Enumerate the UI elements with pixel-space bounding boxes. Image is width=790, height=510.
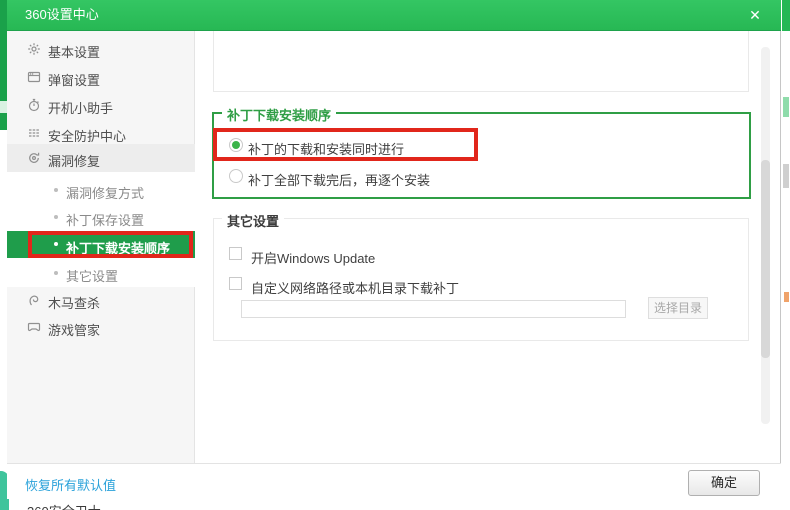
ok-button[interactable]: 确定	[688, 470, 760, 496]
choose-directory-button[interactable]: 选择目录	[648, 297, 708, 319]
sidebar-item-label: 安全防护中心	[48, 129, 127, 144]
refresh-icon	[27, 151, 41, 165]
background-window-title: 360安全卫士	[27, 501, 101, 510]
bullet-icon	[54, 271, 58, 275]
sidebar-subitem-install-order-selected[interactable]: 补丁下载安装顺序	[7, 231, 195, 258]
bullet-icon	[54, 215, 58, 219]
checkbox-label: 开启Windows Update	[251, 251, 376, 266]
radio-label: 补丁的下载和安装同时进行	[248, 142, 405, 157]
sidebar-item-trojan-scan[interactable]: 木马查杀	[7, 286, 195, 314]
custom-path-input[interactable]	[241, 300, 626, 318]
sidebar-item-protection-center[interactable]: 安全防护中心	[7, 119, 195, 147]
bullet-icon	[54, 188, 58, 192]
checkbox-label: 自定义网络路径或本机目录下载补丁	[251, 281, 460, 296]
sidebar-subitem-patch-save[interactable]: 补丁保存设置	[7, 203, 195, 231]
window-title: 360设置中心	[25, 7, 99, 22]
sidebar-item-boot-assistant[interactable]: 开机小助手	[7, 91, 195, 119]
horse-swirl-icon	[27, 293, 41, 307]
sidebar-item-label: 木马查杀	[48, 296, 101, 311]
sidebar-item-game-manager[interactable]: 游戏管家	[7, 313, 195, 341]
screen: 360安全卫士 360设置中心 ✕ 基本设置 弹窗设置 开机小助手 安全防护中心…	[0, 0, 790, 510]
checkbox-custom-path[interactable]	[229, 277, 242, 290]
radio-download-install-simultaneous[interactable]	[229, 138, 243, 152]
radio-download-all-then-install[interactable]	[229, 169, 243, 183]
sidebar-subitem-label: 补丁保存设置	[66, 213, 145, 228]
sidebar-item-popup-settings[interactable]: 弹窗设置	[7, 63, 195, 91]
sidebar-item-basic-settings[interactable]: 基本设置	[7, 35, 195, 63]
gear-icon	[27, 42, 41, 56]
footer-bar: 恢复所有默认值 确定	[7, 463, 781, 499]
sidebar-subitem-repair-method[interactable]: 漏洞修复方式	[7, 176, 195, 204]
background-window-right-strip	[782, 0, 790, 31]
sidebar-subitem-label: 补丁下载安装顺序	[66, 241, 171, 256]
other-settings-legend: 其它设置	[222, 211, 285, 230]
install-order-legend: 补丁下载安装顺序	[222, 105, 337, 124]
sidebar-item-label: 开机小助手	[48, 101, 114, 116]
title-bar: 360设置中心 ✕	[7, 0, 781, 31]
sidebar-item-label: 基本设置	[48, 45, 101, 60]
checkbox-windows-update[interactable]	[229, 247, 242, 260]
stopwatch-icon	[27, 98, 41, 112]
sidebar-subitem-label: 其它设置	[66, 269, 119, 284]
sidebar: 基本设置 弹窗设置 开机小助手 安全防护中心 漏洞修复 漏洞修复方式 补丁保存设…	[7, 31, 195, 463]
bullet-icon	[54, 242, 58, 246]
background-window-right-fragment	[784, 292, 789, 302]
background-window-right-fragment	[783, 97, 789, 117]
background-window-left-fragment	[0, 101, 7, 113]
sidebar-item-label: 弹窗设置	[48, 73, 101, 88]
sidebar-item-label: 游戏管家	[48, 323, 101, 338]
scrollbar-thumb[interactable]	[761, 160, 770, 358]
gamepad-icon	[27, 320, 41, 334]
list-lines-icon	[27, 126, 41, 140]
sidebar-item-label: 漏洞修复	[48, 154, 101, 169]
sidebar-subitem-other-settings[interactable]: 其它设置	[7, 259, 195, 287]
restore-defaults-link[interactable]: 恢复所有默认值	[25, 475, 116, 494]
window-icon	[27, 70, 41, 84]
close-icon[interactable]: ✕	[739, 0, 771, 30]
background-window-right-fragment	[783, 164, 789, 188]
sidebar-item-vulnerability-repair[interactable]: 漏洞修复	[7, 144, 195, 172]
radio-label: 补丁全部下载完后，再逐个安装	[248, 173, 431, 188]
sidebar-subitem-label: 漏洞修复方式	[66, 186, 145, 201]
